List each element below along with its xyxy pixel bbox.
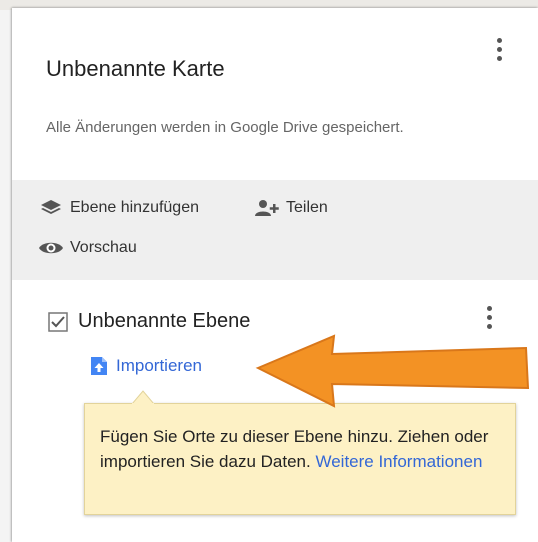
map-options-icon[interactable] xyxy=(494,38,504,65)
panel-header: Unbenannte Karte Alle Änderungen werden … xyxy=(12,8,538,188)
actions-bar xyxy=(12,180,538,280)
import-link[interactable]: Importieren xyxy=(90,356,202,376)
add-layer-button[interactable]: Ebene hinzufügen xyxy=(38,198,199,218)
layers-icon xyxy=(41,200,61,214)
preview-button[interactable]: Vorschau xyxy=(38,238,137,258)
preview-label: Vorschau xyxy=(70,239,137,256)
add-person-icon xyxy=(255,200,279,216)
layer-visibility-checkbox[interactable] xyxy=(48,312,68,332)
share-label: Teilen xyxy=(286,199,328,216)
file-upload-icon xyxy=(91,357,107,375)
eye-icon xyxy=(39,242,63,254)
orange-arrow-annotation xyxy=(255,334,530,408)
save-status: Alle Änderungen werden in Google Drive g… xyxy=(46,119,404,136)
learn-more-link[interactable]: Weitere Informationen xyxy=(315,452,482,471)
screenshot-stage: Unbenannte Karte Alle Änderungen werden … xyxy=(0,0,538,542)
map-title[interactable]: Unbenannte Karte xyxy=(46,56,225,82)
add-layer-label: Ebene hinzufügen xyxy=(70,199,199,216)
tooltip-caret xyxy=(132,390,154,410)
import-label: Importieren xyxy=(116,356,202,375)
tooltip-text: Fügen Sie Orte zu dieser Ebene hinzu. Zi… xyxy=(100,424,500,474)
share-button[interactable]: Teilen xyxy=(254,198,328,218)
layer-name[interactable]: Unbenannte Ebene xyxy=(78,310,250,333)
layer-options-icon[interactable] xyxy=(484,306,494,333)
